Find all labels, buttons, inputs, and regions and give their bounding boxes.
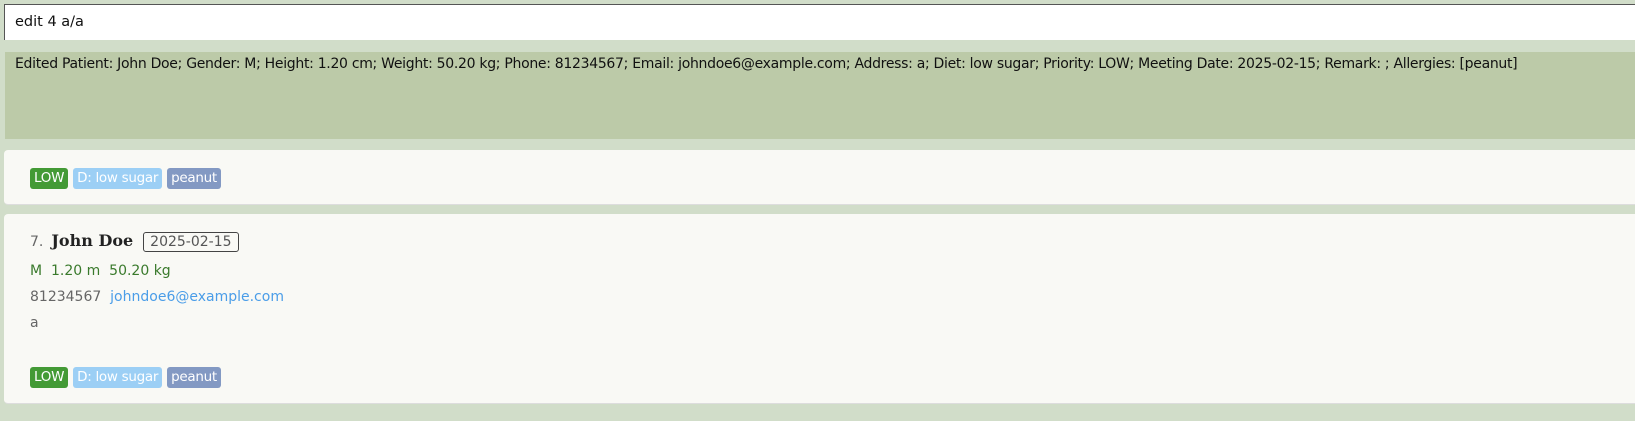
card-header: 7. John Doe 2025-02-15: [30, 231, 239, 252]
patient-name: John Doe: [51, 231, 134, 250]
allergy-tag: peanut: [167, 168, 221, 189]
gender: M: [30, 263, 43, 279]
tag-list: LOW D: low sugar peanut: [30, 168, 221, 189]
tag-list: LOW D: low sugar peanut: [30, 367, 221, 388]
height: 1.20 m: [51, 263, 101, 279]
result-display: Edited Patient: John Doe; Gender: M; Hei…: [5, 52, 1635, 139]
address: a: [30, 315, 39, 331]
patient-card[interactable]: LOW D: low sugar peanut: [4, 150, 1635, 205]
diet-tag: D: low sugar: [73, 168, 163, 189]
email-link[interactable]: johndoe6@example.com: [110, 289, 284, 305]
contact-info: 81234567 johndoe6@example.com: [30, 289, 284, 305]
diet-tag: D: low sugar: [73, 367, 163, 388]
allergy-tag: peanut: [167, 367, 221, 388]
weight: 50.20 kg: [109, 263, 171, 279]
priority-tag: LOW: [30, 367, 69, 388]
patient-card[interactable]: 7. John Doe 2025-02-15 M 1.20 m 50.20 kg 8…: [4, 214, 1635, 404]
priority-tag: LOW: [30, 168, 69, 189]
physical-info: M 1.20 m 50.20 kg: [30, 263, 171, 279]
phone: 81234567: [30, 289, 102, 305]
meeting-date-badge: 2025-02-15: [143, 232, 239, 252]
patient-index: 7.: [30, 234, 44, 250]
command-input[interactable]: edit 4 a/a: [4, 4, 1635, 40]
